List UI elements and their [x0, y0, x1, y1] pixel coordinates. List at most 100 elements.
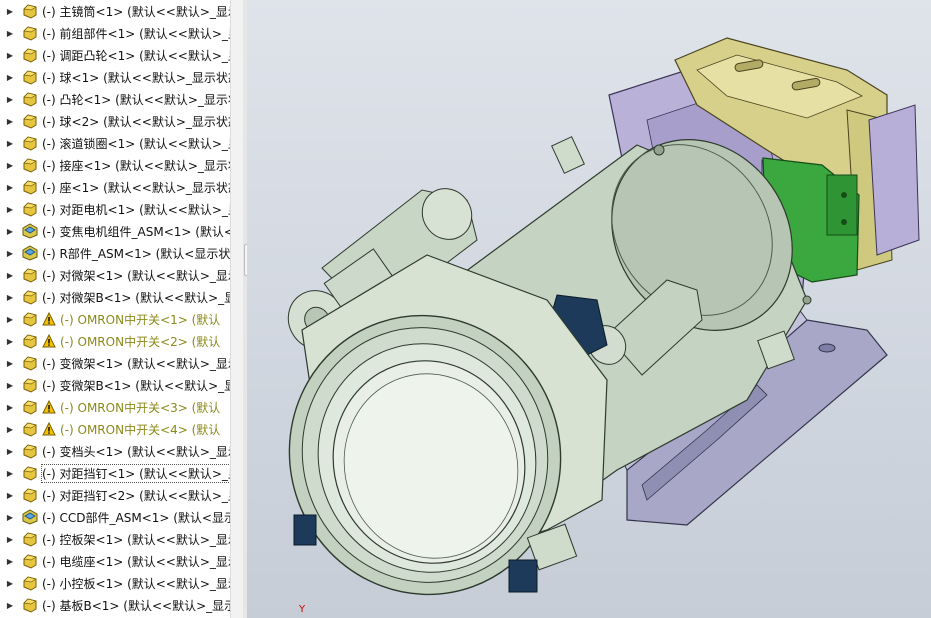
- tree-item-label: (-) 凸轮<1> (默认<<默认>_显示状: [42, 92, 230, 107]
- tree-item-label: (-) 变焦电机组件_ASM<1> (默认<显: [42, 224, 230, 239]
- tree-item-label: (-) 对距电机<1> (默认<<默认>_显: [42, 202, 230, 217]
- part-icon: [22, 443, 38, 459]
- assembly-icon: [22, 245, 38, 261]
- part-icon: [22, 333, 38, 349]
- tree-item-label: (-) 球<2> (默认<<默认>_显示状态: [42, 114, 230, 129]
- tree-item[interactable]: ▶ (-) OMRON中开关<4> (默认: [0, 418, 230, 440]
- tree-item[interactable]: ▶ (-) 对距挡钉<1> (默认<<默认>_显: [0, 462, 230, 484]
- part-icon: [22, 289, 38, 305]
- tree-item-label: (-) 基板B<1> (默认<<默认>_显示: [42, 598, 230, 613]
- tree-item[interactable]: ▶ (-) 对微架B<1> (默认<<默认>_显: [0, 286, 230, 308]
- tree-item-label: (-) 对距挡钉<1> (默认<<默认>_显: [41, 463, 230, 483]
- part-icon: [22, 25, 38, 41]
- tree-item-label: (-) 对微架<1> (默认<<默认>_显示: [42, 268, 230, 283]
- expand-arrow-icon[interactable]: ▶: [4, 513, 16, 522]
- expand-arrow-icon[interactable]: ▶: [4, 7, 16, 16]
- tree-item[interactable]: ▶ (-) 对距挡钉<2> (默认<<默认>_显: [0, 484, 230, 506]
- tree-item[interactable]: ▶ (-) OMRON中开关<2> (默认: [0, 330, 230, 352]
- expand-arrow-icon[interactable]: ▶: [4, 469, 16, 478]
- cad-model: [287, 37, 920, 596]
- warning-icon: [42, 421, 56, 436]
- expand-arrow-icon[interactable]: ▶: [4, 535, 16, 544]
- tree-item[interactable]: ▶ (-) 接座<1> (默认<<默认>_显示状: [0, 154, 230, 176]
- tree-item-label: (-) 接座<1> (默认<<默认>_显示状: [42, 158, 230, 173]
- tree-item-label: (-) 前组部件<1> (默认<<默认>_显: [42, 26, 230, 41]
- tree-item[interactable]: ▶ (-) 变微架B<1> (默认<<默认>_显: [0, 374, 230, 396]
- expand-arrow-icon[interactable]: ▶: [4, 183, 16, 192]
- tree-item[interactable]: ▶ (-) CCD部件_ASM<1> (默认<显示: [0, 506, 230, 528]
- tree-item[interactable]: ▶ (-) 对微架<1> (默认<<默认>_显示: [0, 264, 230, 286]
- expand-arrow-icon[interactable]: ▶: [4, 95, 16, 104]
- tree-item[interactable]: ▶ (-) 控板架<1> (默认<<默认>_显示: [0, 528, 230, 550]
- expand-arrow-icon[interactable]: ▶: [4, 447, 16, 456]
- expand-arrow-icon[interactable]: ▶: [4, 359, 16, 368]
- expand-arrow-icon[interactable]: ▶: [4, 271, 16, 280]
- part-icon: [22, 421, 38, 437]
- part-icon: [22, 355, 38, 371]
- part-icon: [22, 553, 38, 569]
- tree-item[interactable]: ▶ (-) OMRON中开关<3> (默认: [0, 396, 230, 418]
- part-icon: [22, 531, 38, 547]
- expand-arrow-icon[interactable]: ▶: [4, 205, 16, 214]
- expand-arrow-icon[interactable]: ▶: [4, 425, 16, 434]
- tree-item-label: (-) OMRON中开关<2> (默认: [60, 334, 221, 349]
- expand-arrow-icon[interactable]: ▶: [4, 117, 16, 126]
- feature-tree: ▶ (-) 主镜筒<1> (默认<<默认>_显示状 ▶ (-) 前组部件<1> (默认…: [0, 0, 230, 618]
- tree-item-label: (-) 主镜筒<1> (默认<<默认>_显示状: [42, 4, 230, 19]
- expand-arrow-icon[interactable]: ▶: [4, 139, 16, 148]
- tree-item[interactable]: ▶ (-) 变微架<1> (默认<<默认>_显示: [0, 352, 230, 374]
- part-icon: [22, 69, 38, 85]
- tree-item[interactable]: ▶ (-) 变档头<1> (默认<<默认>_显示: [0, 440, 230, 462]
- tree-item[interactable]: ▶ (-) 小控板<1> (默认<<默认>_显示: [0, 572, 230, 594]
- warning-icon: [42, 333, 56, 348]
- tree-item[interactable]: ▶ (-) 滚道锁圈<1> (默认<<默认>_显: [0, 132, 230, 154]
- tree-item-label: (-) 变微架<1> (默认<<默认>_显示: [42, 356, 230, 371]
- expand-arrow-icon[interactable]: ▶: [4, 403, 16, 412]
- tree-item[interactable]: ▶ (-) 球<1> (默认<<默认>_显示状态: [0, 66, 230, 88]
- part-icon: [22, 465, 38, 481]
- tree-item[interactable]: ▶ (-) 前组部件<1> (默认<<默认>_显: [0, 22, 230, 44]
- tree-item[interactable]: ▶ (-) OMRON中开关<1> (默认: [0, 308, 230, 330]
- tree-item[interactable]: ▶ (-) 调距凸轮<1> (默认<<默认>_显: [0, 44, 230, 66]
- tree-item-label: (-) 变档头<1> (默认<<默认>_显示: [42, 444, 230, 459]
- tree-item-label: (-) CCD部件_ASM<1> (默认<显示: [42, 510, 230, 525]
- part-icon: [22, 179, 38, 195]
- expand-arrow-icon[interactable]: ▶: [4, 249, 16, 258]
- tree-item-label: (-) R部件_ASM<1> (默认<显示状: [42, 246, 230, 261]
- expand-arrow-icon[interactable]: ▶: [4, 601, 16, 610]
- part-icon: [22, 377, 38, 393]
- tree-item[interactable]: ▶ (-) 对距电机<1> (默认<<默认>_显: [0, 198, 230, 220]
- expand-arrow-icon[interactable]: ▶: [4, 557, 16, 566]
- expand-arrow-icon[interactable]: ▶: [4, 161, 16, 170]
- expand-arrow-icon[interactable]: ▶: [4, 337, 16, 346]
- tree-item[interactable]: ▶ (-) R部件_ASM<1> (默认<显示状: [0, 242, 230, 264]
- expand-arrow-icon[interactable]: ▶: [4, 29, 16, 38]
- part-icon: [22, 135, 38, 151]
- tree-item-label: (-) 小控板<1> (默认<<默认>_显示: [42, 576, 230, 591]
- graphics-viewport[interactable]: [247, 0, 931, 618]
- expand-arrow-icon[interactable]: ▶: [4, 381, 16, 390]
- expand-arrow-icon[interactable]: ▶: [4, 73, 16, 82]
- warning-icon: [42, 311, 56, 326]
- tree-item[interactable]: ▶ (-) 座<1> (默认<<默认>_显示状态: [0, 176, 230, 198]
- tree-item[interactable]: ▶ (-) 主镜筒<1> (默认<<默认>_显示状: [0, 0, 230, 22]
- expand-arrow-icon[interactable]: ▶: [4, 51, 16, 60]
- expand-arrow-icon[interactable]: ▶: [4, 579, 16, 588]
- tree-item-label: (-) 电缆座<1> (默认<<默认>_显示: [42, 554, 230, 569]
- tree-item[interactable]: ▶ (-) 基板B<1> (默认<<默认>_显示: [0, 594, 230, 616]
- tree-item-label: (-) OMRON中开关<1> (默认: [60, 312, 221, 327]
- axis-indicator: Y: [299, 604, 306, 615]
- warning-icon: [42, 399, 56, 414]
- expand-arrow-icon[interactable]: ▶: [4, 315, 16, 324]
- part-icon: [22, 91, 38, 107]
- tree-item[interactable]: ▶ (-) 变焦电机组件_ASM<1> (默认<显: [0, 220, 230, 242]
- expand-arrow-icon[interactable]: ▶: [4, 227, 16, 236]
- expand-arrow-icon[interactable]: ▶: [4, 293, 16, 302]
- tree-item-label: (-) 对距挡钉<2> (默认<<默认>_显: [42, 488, 230, 503]
- tree-item[interactable]: ▶ (-) 电缆座<1> (默认<<默认>_显示: [0, 550, 230, 572]
- tree-item[interactable]: ▶ (-) 球<2> (默认<<默认>_显示状态: [0, 110, 230, 132]
- tree-item-label: (-) OMRON中开关<3> (默认: [60, 400, 221, 415]
- tree-item-label: (-) 滚道锁圈<1> (默认<<默认>_显: [42, 136, 230, 151]
- expand-arrow-icon[interactable]: ▶: [4, 491, 16, 500]
- tree-item[interactable]: ▶ (-) 凸轮<1> (默认<<默认>_显示状: [0, 88, 230, 110]
